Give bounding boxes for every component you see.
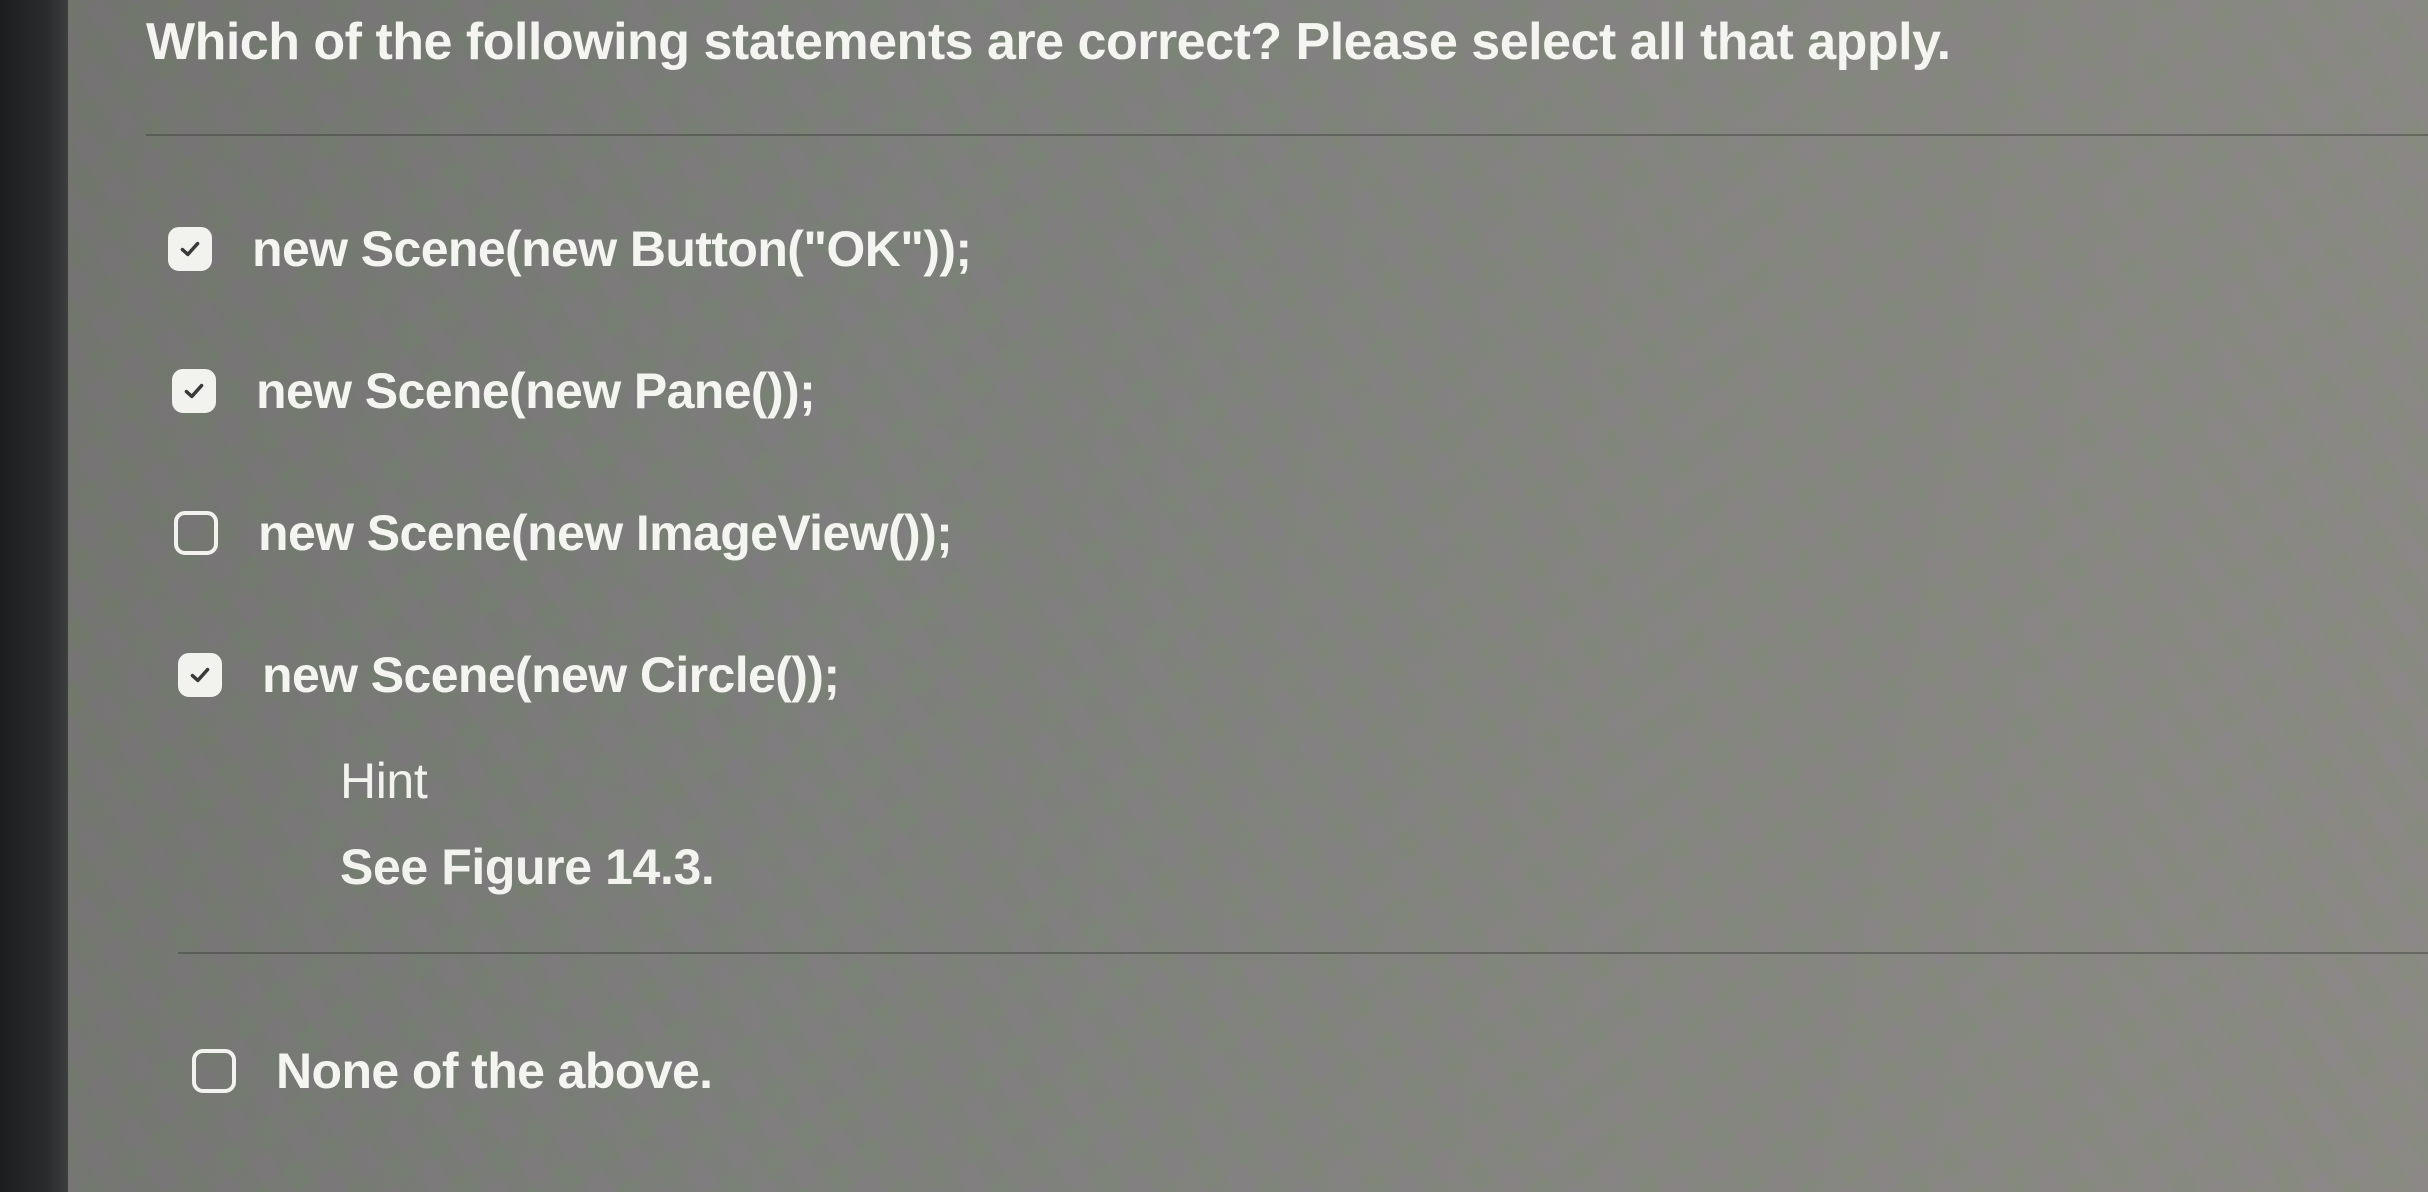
hint-title: Hint [340, 753, 428, 809]
option-label: new Scene(new Pane()); [256, 363, 816, 419]
option-label: new Scene(new Circle()); [262, 647, 840, 703]
top-divider [146, 134, 2428, 136]
option-label: new Scene(new Button("OK")); [252, 221, 972, 277]
option-button-ok[interactable]: new Scene(new Button("OK")); [168, 220, 972, 278]
option-label: None of the above. [276, 1043, 713, 1099]
option-imageview[interactable]: new Scene(new ImageView()); [174, 504, 953, 562]
bottom-divider [178, 952, 2428, 954]
screen-bezel [0, 0, 68, 1192]
question-text: Which of the following statements are co… [146, 13, 1951, 71]
checkmark-icon [180, 241, 200, 257]
option-none-of-the-above[interactable]: None of the above. [192, 1042, 713, 1100]
checkmark-icon [190, 667, 210, 683]
option-label: new Scene(new ImageView()); [258, 505, 953, 561]
checkbox-checked-icon[interactable] [172, 369, 216, 413]
hint-text: See Figure 14.3. [340, 839, 715, 895]
checkbox-checked-icon[interactable] [168, 227, 212, 271]
checkbox-unchecked-icon[interactable] [192, 1049, 236, 1093]
option-pane[interactable]: new Scene(new Pane()); [172, 362, 816, 420]
checkbox-unchecked-icon[interactable] [174, 511, 218, 555]
checkbox-checked-icon[interactable] [178, 653, 222, 697]
question-panel: Which of the following statements are co… [68, 0, 2428, 1192]
checkmark-icon [184, 383, 204, 399]
option-circle[interactable]: new Scene(new Circle()); [178, 646, 840, 704]
